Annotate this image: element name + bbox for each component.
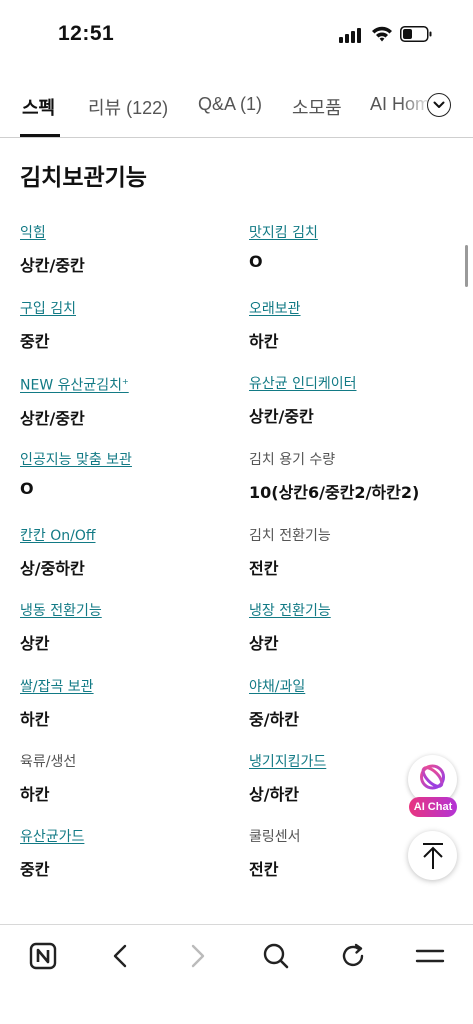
naver-home-icon[interactable] — [26, 939, 60, 973]
spec-value: 10(상칸6/중칸2/하칸2) — [249, 483, 420, 502]
back-icon[interactable] — [103, 939, 137, 973]
spec-item: 김치 전환기능 전칸 — [249, 525, 464, 579]
spec-item: 오래보관 하칸 — [249, 298, 464, 352]
section-title: 김치보관기능 — [20, 165, 147, 191]
spec-label[interactable]: 냉장 전환기능 — [249, 602, 331, 620]
spec-label[interactable]: 쌀/잡곡 보관 — [20, 678, 94, 696]
page: 12:51 스펙 리뷰 (122) Q&A (1) 소모품 AI Home 김치… — [0, 0, 473, 1024]
spec-item: 야채/과일 중/하칸 — [249, 676, 464, 730]
spec-item: 냉장 전환기능 상칸 — [249, 600, 464, 654]
spec-value: 전칸 — [249, 559, 279, 578]
battery-icon — [400, 26, 432, 42]
spec-item: 유산균가드 중칸 — [20, 826, 235, 880]
spec-value: 중칸 — [20, 332, 50, 351]
spec-label[interactable]: NEW 유산균김치+ — [20, 373, 129, 395]
spec-item: 맛지킴 김치 O — [249, 222, 464, 271]
spec-item: 인공지능 맞춤 보관 O — [20, 449, 235, 498]
refresh-icon[interactable] — [336, 939, 370, 973]
spec-item: 유산균 인디케이터 상칸/중칸 — [249, 373, 464, 427]
spec-label[interactable]: 유산균가드 — [20, 828, 84, 846]
spec-label-mark: + — [122, 377, 129, 386]
search-icon[interactable] — [259, 939, 293, 973]
spec-item: 칸칸 On/Off 상/중하칸 — [20, 525, 235, 579]
chevron-down-icon[interactable] — [427, 93, 451, 117]
spec-value: 중칸 — [20, 860, 50, 879]
spec-value: 상칸/중칸 — [249, 407, 314, 426]
signal-icon — [339, 27, 363, 43]
spec-item: 육류/생선 하칸 — [20, 751, 235, 805]
tab-consumables[interactable]: 소모품 — [292, 94, 342, 120]
status-bar: 12:51 — [0, 0, 473, 70]
tab-qna[interactable]: Q&A (1) — [198, 94, 262, 115]
spec-value: O — [20, 479, 34, 498]
bottom-nav-bar — [0, 924, 473, 1024]
status-time: 12:51 — [58, 22, 115, 45]
arrow-up-icon — [422, 842, 443, 869]
scroll-indicator[interactable] — [465, 245, 468, 287]
spec-label[interactable]: 야채/과일 — [249, 678, 305, 696]
spec-label-text: NEW 유산균김치 — [20, 377, 123, 394]
spec-value: 상칸/중칸 — [20, 408, 85, 428]
spec-label[interactable]: 유산균 인디케이터 — [249, 375, 357, 393]
spec-value: 하칸 — [20, 785, 50, 804]
spec-label[interactable]: 인공지능 맞춤 보관 — [20, 451, 132, 469]
spec-value: 상칸 — [20, 634, 50, 653]
tab-spec[interactable]: 스펙 — [22, 94, 55, 120]
ai-chat-label[interactable]: AI Chat — [409, 797, 457, 817]
spec-item: 구입 김치 중칸 — [20, 298, 235, 352]
tab-reviews[interactable]: 리뷰 (122) — [88, 94, 168, 120]
spec-label: 육류/생선 — [20, 754, 77, 770]
spec-label[interactable]: 구입 김치 — [20, 300, 76, 318]
spec-label: 김치 용기 수량 — [249, 452, 336, 468]
spec-item: NEW 유산균김치+ 상칸/중칸 — [20, 373, 235, 429]
menu-icon[interactable] — [413, 939, 447, 973]
scroll-top-button[interactable] — [408, 831, 457, 880]
forward-icon[interactable] — [181, 939, 215, 973]
wifi-icon — [372, 26, 392, 42]
spec-value: 중/하칸 — [249, 710, 300, 729]
spec-value: 하칸 — [20, 710, 50, 729]
spec-item: 김치 용기 수량 10(상칸6/중칸2/하칸2) — [249, 449, 464, 503]
spec-label[interactable]: 칸칸 On/Off — [20, 527, 96, 545]
tab-active-indicator — [20, 134, 60, 137]
spec-item: 냉동 전환기능 상칸 — [20, 600, 235, 654]
spec-value: O — [249, 252, 263, 271]
spec-value: 상칸 — [249, 634, 279, 653]
spec-label[interactable]: 냉동 전환기능 — [20, 602, 102, 620]
spec-value: 상/중하칸 — [20, 559, 85, 578]
spec-value: 상칸/중칸 — [20, 256, 85, 275]
spec-label[interactable]: 냉기지킴가드 — [249, 753, 326, 771]
spec-value: 하칸 — [249, 332, 279, 351]
spec-label[interactable]: 오래보관 — [249, 300, 301, 318]
tab-bar: 스펙 리뷰 (122) Q&A (1) 소모품 AI Home — [0, 82, 473, 138]
spec-label: 김치 전환기능 — [249, 528, 331, 544]
spec-label: 쿨링센서 — [249, 829, 301, 845]
spec-label[interactable]: 익힘 — [20, 224, 46, 242]
spec-item: 익힘 상칸/중칸 — [20, 222, 235, 276]
spec-item: 쌀/잡곡 보관 하칸 — [20, 676, 235, 730]
spec-label[interactable]: 맛지킴 김치 — [249, 224, 318, 242]
